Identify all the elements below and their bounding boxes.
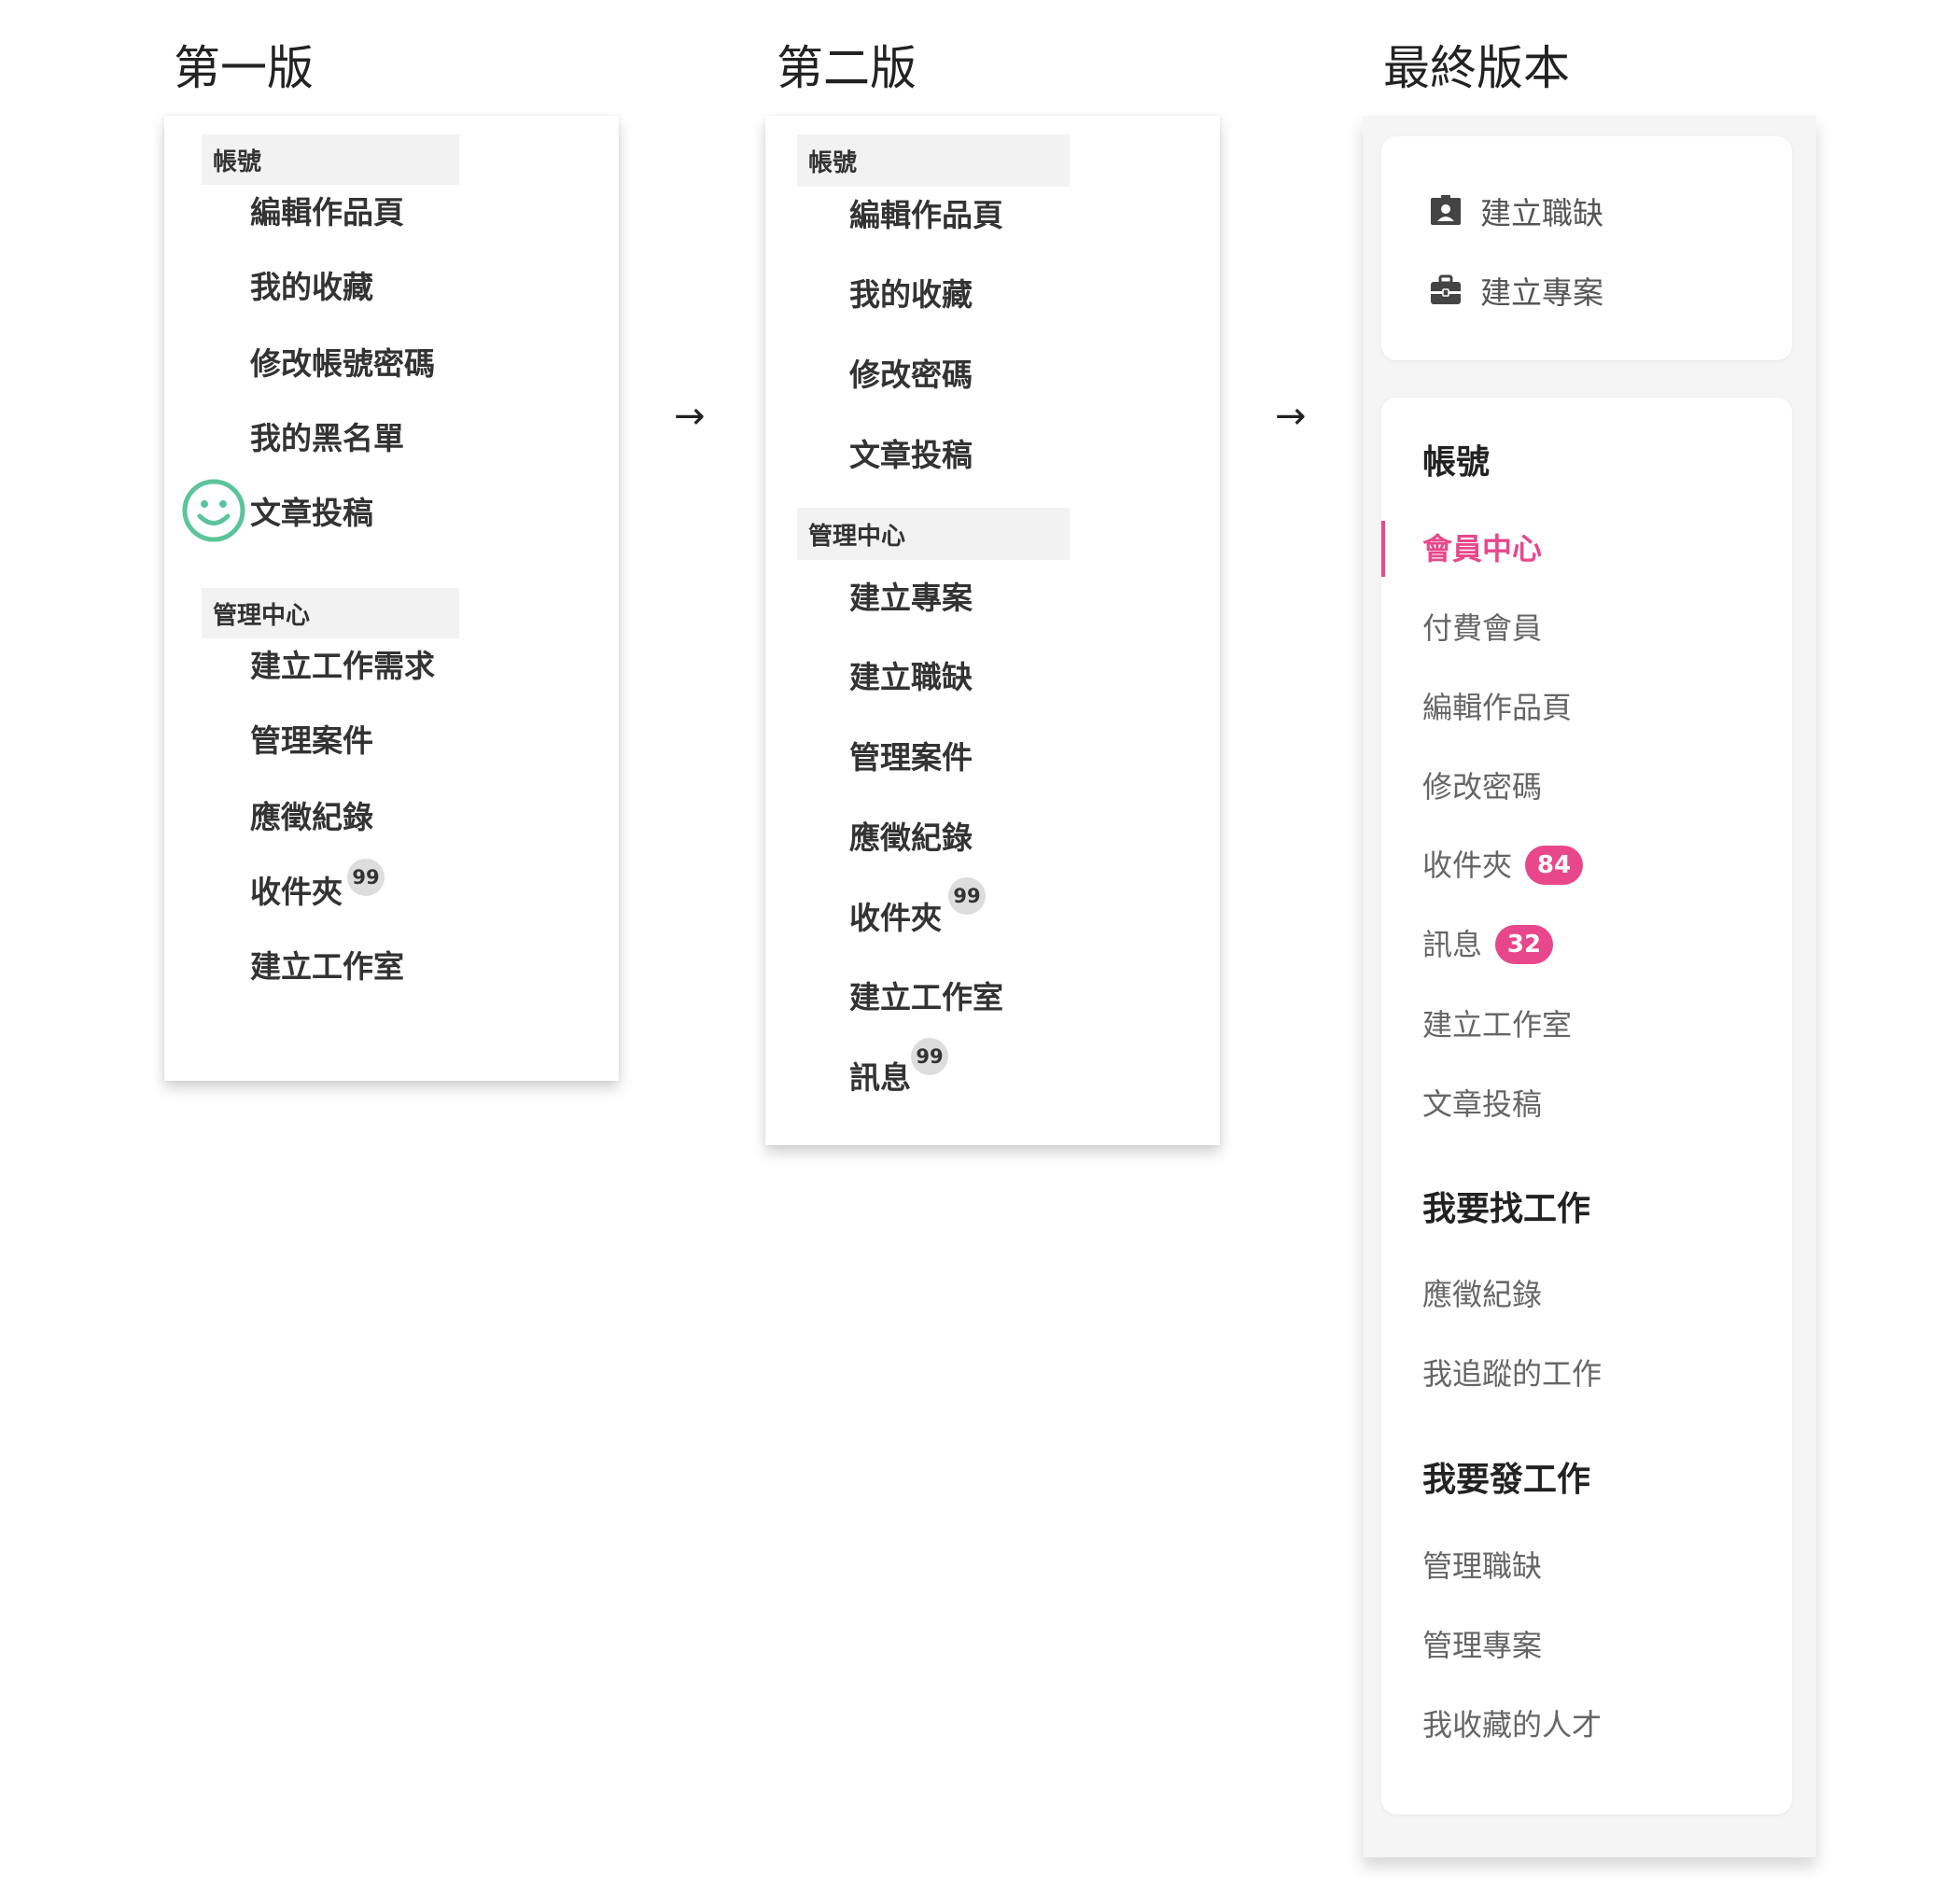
final-item-saved-talent[interactable]: 我收藏的人才 [1422, 1710, 1602, 1740]
v1-item-edit-portfolio[interactable]: 編輯作品頁 [250, 197, 404, 228]
v1-inbox-badge: 99 [347, 859, 385, 896]
v2-item-manage-cases[interactable]: 管理案件 [849, 742, 973, 773]
version-2-title: 第二版 [777, 41, 917, 95]
v2-item-create-project[interactable]: 建立專案 [849, 582, 973, 613]
v2-item-inbox[interactable]: 收件夾 [849, 903, 942, 933]
final-item-edit-portfolio[interactable]: 編輯作品頁 [1422, 693, 1572, 722]
v1-section-account: 帳號 [202, 134, 459, 185]
quick-create-project[interactable]: 建立專案 [1428, 268, 1603, 313]
v1-item-create-studio[interactable]: 建立工作室 [250, 951, 404, 982]
v1-item-application-records[interactable]: 應徵紀錄 [250, 802, 373, 833]
v1-section-admin: 管理中心 [202, 588, 459, 638]
v1-item-change-password[interactable]: 修改帳號密碼 [250, 348, 435, 379]
v1-item-favorites[interactable]: 我的收藏 [250, 272, 373, 302]
v2-item-edit-portfolio[interactable]: 編輯作品頁 [849, 200, 1003, 231]
final-item-inbox[interactable]: 收件夾 84 [1422, 846, 1584, 885]
version-1-title: 第一版 [174, 41, 314, 95]
arrow-2: → [1275, 395, 1307, 438]
final-item-messages[interactable]: 訊息 32 [1422, 925, 1554, 964]
v1-item-create-job-request[interactable]: 建立工作需求 [250, 651, 435, 681]
id-card-icon [1431, 195, 1461, 225]
v2-item-application-records[interactable]: 應徵紀錄 [849, 822, 973, 853]
final-section-post-job: 我要發工作 [1422, 1461, 1591, 1499]
v2-item-create-job-opening[interactable]: 建立職缺 [849, 662, 973, 693]
final-item-manage-projects[interactable]: 管理專案 [1422, 1631, 1542, 1660]
final-version-menu: 建立職缺 建立專案 帳號 會員中心 付費會員 編輯作品頁 修改密碼 收件夾 84… [1363, 116, 1816, 1857]
version-2-menu: 帳號 編輯作品頁 我的收藏 修改密碼 文章投稿 管理中心 建立專案 建立職缺 管… [765, 116, 1220, 1145]
final-messages-label: 訊息 [1422, 927, 1483, 962]
v1-item-article-submit[interactable]: 文章投稿 [250, 497, 373, 528]
final-version-title: 最終版本 [1383, 41, 1570, 95]
v2-item-favorites[interactable]: 我的收藏 [849, 279, 973, 310]
quick-create-project-label: 建立專案 [1480, 274, 1603, 311]
quick-create-job-opening[interactable]: 建立職缺 [1428, 189, 1603, 233]
final-item-create-studio[interactable]: 建立工作室 [1422, 1010, 1572, 1040]
version-1-menu: 帳號 編輯作品頁 我的收藏 修改帳號密碼 我的黑名單 文章投稿 管理中心 建立工… [164, 116, 619, 1081]
quick-actions-card: 建立職缺 建立專案 [1381, 136, 1792, 360]
v1-item-inbox[interactable]: 收件夾 [250, 876, 343, 907]
quick-create-job-opening-label: 建立職缺 [1480, 195, 1603, 231]
v2-item-create-studio[interactable]: 建立工作室 [849, 982, 1003, 1013]
v2-item-messages[interactable]: 訊息 [849, 1062, 911, 1093]
final-item-change-password[interactable]: 修改密碼 [1422, 772, 1542, 802]
v2-section-admin: 管理中心 [797, 508, 1070, 560]
active-indicator [1381, 521, 1385, 577]
arrow-1: → [674, 395, 706, 438]
v2-section-account: 帳號 [797, 134, 1070, 187]
v1-item-blacklist[interactable]: 我的黑名單 [250, 423, 404, 454]
final-section-find-job: 我要找工作 [1422, 1190, 1591, 1228]
v2-message-badge: 99 [911, 1038, 948, 1075]
v1-item-manage-cases[interactable]: 管理案件 [250, 725, 373, 756]
final-section-account: 帳號 [1422, 443, 1491, 482]
final-item-manage-job-openings[interactable]: 管理職缺 [1422, 1551, 1542, 1581]
smiley-icon [182, 479, 245, 542]
final-messages-badge: 32 [1495, 925, 1554, 964]
final-inbox-badge: 84 [1525, 846, 1584, 885]
final-item-application-records[interactable]: 應徵紀錄 [1422, 1280, 1542, 1309]
final-item-followed-jobs[interactable]: 我追蹤的工作 [1422, 1359, 1602, 1389]
main-nav-card: 帳號 會員中心 付費會員 編輯作品頁 修改密碼 收件夾 84 訊息 32 建立工… [1381, 398, 1792, 1814]
final-inbox-label: 收件夾 [1422, 847, 1513, 883]
briefcase-icon [1431, 274, 1461, 304]
final-item-member-center[interactable]: 會員中心 [1422, 534, 1542, 564]
v2-item-article-submit[interactable]: 文章投稿 [849, 440, 973, 470]
final-item-article-submit[interactable]: 文章投稿 [1422, 1089, 1542, 1119]
v2-inbox-badge: 99 [948, 877, 986, 915]
final-item-paid-member[interactable]: 付費會員 [1422, 613, 1542, 643]
v2-item-change-password[interactable]: 修改密碼 [849, 359, 973, 390]
comparison-canvas: 第一版 第二版 最終版本 → → 帳號 編輯作品頁 我的收藏 修改帳號密碼 我的… [0, 0, 1960, 1904]
